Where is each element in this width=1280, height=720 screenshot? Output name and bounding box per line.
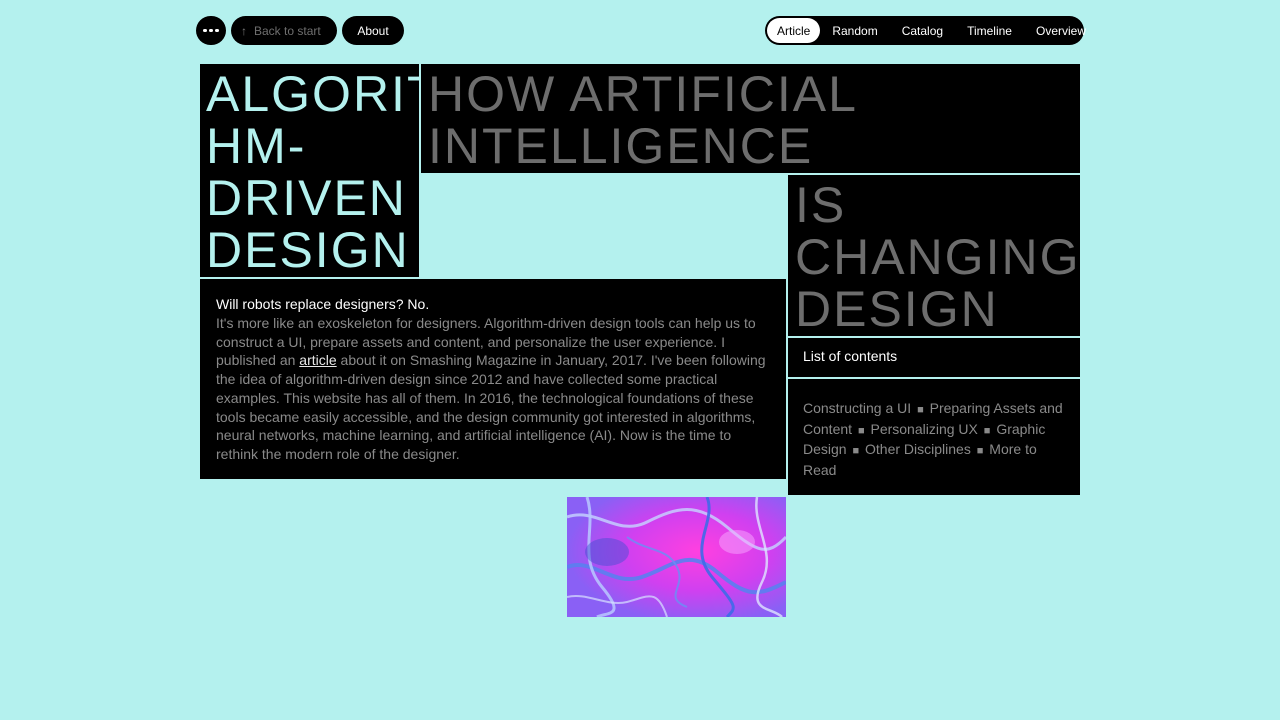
article-link[interactable]: article — [299, 352, 336, 368]
separator-icon: ■ — [857, 424, 865, 437]
subtitle-line: IS — [795, 177, 847, 233]
about-button[interactable]: About — [342, 16, 404, 45]
intro-body: It's more like an exoskeleton for design… — [216, 314, 770, 464]
subtitle-block-1: HOW ARTIFICIAL INTELLIGENCE — [421, 64, 1080, 173]
subtitle-line: HOW ARTIFICIAL — [428, 66, 858, 122]
site-title-block: ALGORIT HM- DRIVEN DESIGN — [200, 64, 437, 278]
site-title-line: DRIVEN — [206, 170, 407, 226]
subtitle-line: INTELLIGENCE — [428, 118, 814, 174]
intro-lead: Will robots replace designers? No. — [216, 296, 430, 312]
subtitle-block-2: IS CHANGING DESIGN — [788, 175, 1080, 336]
about-label: About — [357, 23, 389, 38]
neural-art-image — [567, 497, 786, 617]
neural-art-graphic — [567, 497, 786, 617]
tab-article[interactable]: Article — [767, 18, 821, 43]
arrow-up-icon: ↑ — [241, 23, 247, 38]
subtitle-part-2: IS CHANGING DESIGN — [795, 177, 1078, 337]
contents-item-other-disciplines[interactable]: Other Disciplines — [865, 441, 971, 457]
dots-icon — [203, 28, 219, 33]
tab-random[interactable]: Random — [820, 18, 889, 43]
contents-title: List of contents — [803, 348, 898, 364]
separator-icon: ■ — [983, 424, 991, 437]
tab-timeline[interactable]: Timeline — [955, 18, 1024, 43]
site-title-line: HM- — [206, 118, 307, 174]
back-to-start-label: Back to start — [254, 23, 321, 38]
tab-catalog[interactable]: Catalog — [890, 18, 955, 43]
subtitle-part-1: HOW ARTIFICIAL INTELLIGENCE — [428, 68, 1073, 172]
subtitle-line: DESIGN — [795, 281, 999, 337]
main-nav: Article Random Catalog Timeline Overview — [765, 16, 1086, 45]
contents-title-block[interactable]: List of contents — [788, 338, 1080, 377]
separator-icon: ■ — [917, 404, 924, 416]
contents-list: Constructing a UI ■ Preparing Assets and… — [788, 379, 1080, 495]
menu-button[interactable] — [196, 16, 226, 45]
intro-body-text: about it on Smashing Magazine in January… — [216, 352, 766, 462]
site-title-line: DESIGN — [206, 222, 410, 278]
subtitle-line: CHANGING — [795, 229, 1081, 285]
contents-item-constructing-ui[interactable]: Constructing a UI — [803, 400, 911, 416]
site-title-line: ALGORIT — [206, 66, 440, 122]
back-to-start-button[interactable]: ↑ Back to start — [231, 16, 337, 45]
contents-item-personalizing-ux[interactable]: Personalizing UX — [870, 421, 977, 437]
separator-icon: ■ — [852, 445, 860, 458]
site-title: ALGORIT HM- DRIVEN DESIGN — [206, 68, 437, 278]
tab-overview[interactable]: Overview — [1024, 18, 1098, 43]
separator-icon: ■ — [976, 445, 984, 458]
intro-block: Will robots replace designers? No. It's … — [200, 279, 786, 479]
